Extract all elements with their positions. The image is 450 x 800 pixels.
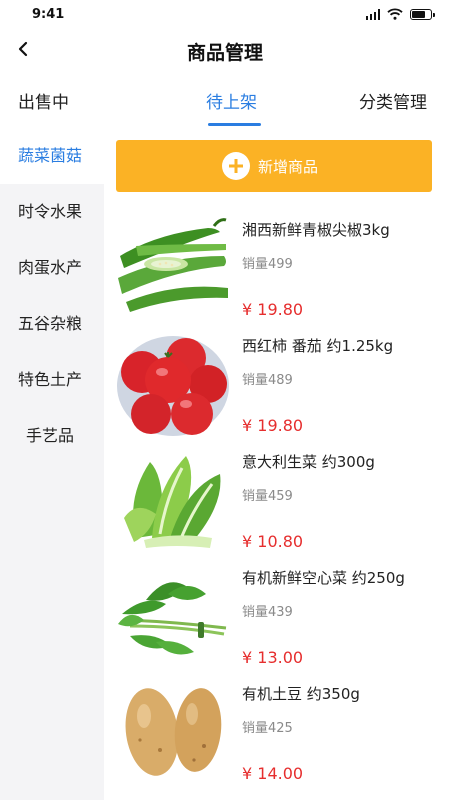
product-price: ¥ 14.00 [242,764,304,783]
product-name: 意大利生菜 约300g [242,453,375,471]
tomato-image [116,332,230,436]
add-product-button[interactable]: 新增商品 [116,140,432,192]
product-price: ¥ 19.80 [242,416,304,435]
wifi-icon [387,8,403,20]
nav-bar: 商品管理 [0,30,450,74]
product-name: 湘西新鲜青椒尖椒3kg [242,221,390,239]
signal-icon [365,8,380,20]
green-pepper-image [116,216,230,320]
tab-bar: 出售中 待上架 分类管理 [0,78,450,128]
status-bar: 9:41 [0,0,450,30]
battery-icon [410,8,435,20]
product-item[interactable]: 湘西新鲜青椒尖椒3kg 销量499 ¥ 19.80 [116,216,440,332]
plus-circle-icon [222,152,250,180]
category-sidebar: 蔬菜菌菇 时令水果 肉蛋水产 五谷杂粮 特色土产 手艺品 [0,128,104,800]
tab-category-management[interactable]: 分类管理 [359,88,427,113]
product-item[interactable]: 西红柿 番茄 约1.25kg 销量489 ¥ 19.80 [116,332,440,448]
product-sales: 销量439 [242,605,293,620]
page-title: 商品管理 [186,42,263,64]
product-item[interactable]: 有机土豆 约350g 销量425 ¥ 14.00 [116,680,440,796]
water-spinach-image [116,564,230,668]
product-sales: 销量499 [242,257,293,272]
product-sales: 销量425 [242,721,293,736]
lettuce-image [116,448,230,552]
product-price: ¥ 19.80 [242,300,304,319]
product-name: 西红柿 番茄 约1.25kg [242,337,394,355]
product-sales: 销量459 [242,489,293,504]
tab-on-sale[interactable]: 出售中 [18,88,69,113]
product-name: 有机新鲜空心菜 约250g [242,569,405,587]
status-icons [365,8,435,20]
product-price: ¥ 10.80 [242,532,304,551]
product-name: 有机土豆 约350g [242,685,360,703]
potato-image [116,680,230,784]
category-grains[interactable]: 五谷杂粮 [0,296,104,352]
product-price: ¥ 13.00 [242,648,304,667]
product-item[interactable]: 有机新鲜空心菜 约250g 销量439 ¥ 13.00 [116,564,440,680]
category-local-specialties[interactable]: 特色土产 [0,352,104,408]
active-tab-indicator [208,123,261,126]
product-sales: 销量489 [242,373,293,388]
category-meat-eggs-seafood[interactable]: 肉蛋水产 [0,240,104,296]
category-vegetables-mushrooms[interactable]: 蔬菜菌菇 [0,128,104,184]
category-seasonal-fruits[interactable]: 时令水果 [0,184,104,240]
product-item[interactable]: 意大利生菜 约300g 销量459 ¥ 10.80 [116,448,440,564]
tab-pending-listing[interactable]: 待上架 [206,88,257,113]
status-time: 9:41 [32,7,65,22]
add-product-label: 新增商品 [258,157,319,176]
category-handicrafts[interactable]: 手艺品 [0,408,104,464]
